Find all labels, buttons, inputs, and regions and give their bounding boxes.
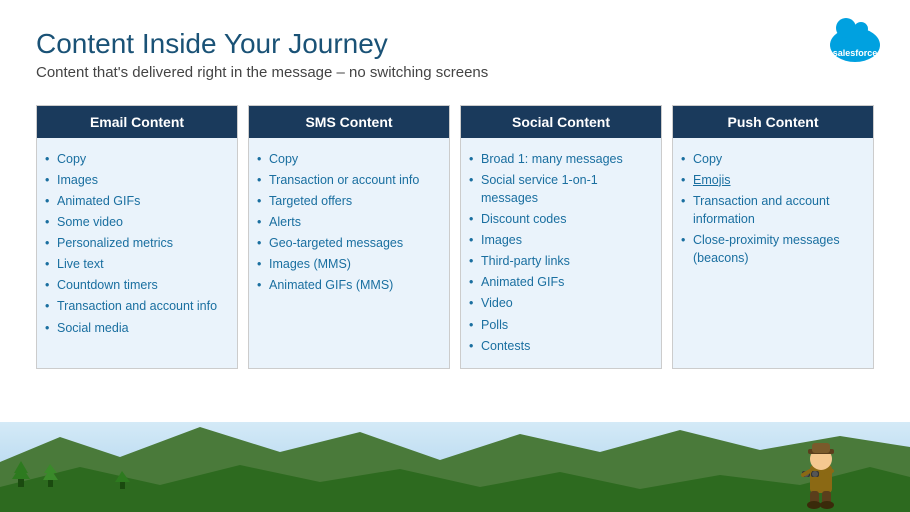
salesforce-logo: salesforce — [830, 20, 880, 70]
sf-logo-text: salesforce — [833, 48, 878, 58]
list-item: Emojis — [677, 169, 865, 190]
list-item: Animated GIFs (MMS) — [253, 275, 441, 296]
mountains-front — [0, 457, 910, 512]
content-columns: Email ContentCopyImagesAnimated GIFsSome… — [0, 105, 910, 369]
sf-cloud-shape: salesforce — [830, 28, 880, 62]
list-item: Countdown timers — [41, 275, 229, 296]
column-social: Social ContentBroad 1: many messagesSoci… — [460, 105, 662, 369]
list-item: Geo-targeted messages — [253, 233, 441, 254]
list-item: Animated GIFs — [465, 272, 653, 293]
list-item: Contests — [465, 335, 653, 356]
list-item: Transaction and account info — [41, 296, 229, 317]
list-item: Animated GIFs — [41, 190, 229, 211]
list-item: Alerts — [253, 211, 441, 232]
list-item: Images (MMS) — [253, 254, 441, 275]
list-item: Personalized metrics — [41, 233, 229, 254]
list-item: Images — [41, 169, 229, 190]
list-item: Broad 1: many messages — [465, 148, 653, 169]
list-item: Polls — [465, 314, 653, 335]
list-item: Targeted offers — [253, 190, 441, 211]
list-item: Transaction or account info — [253, 169, 441, 190]
header-section: Content Inside Your Journey Content that… — [0, 0, 910, 105]
list-item: Third-party links — [465, 251, 653, 272]
column-sms: SMS ContentCopyTransaction or account in… — [248, 105, 450, 369]
list-item: Social media — [41, 317, 229, 338]
list-item: Video — [465, 293, 653, 314]
column-header-push: Push Content — [673, 106, 873, 138]
column-header-sms: SMS Content — [249, 106, 449, 138]
list-item: Copy — [41, 148, 229, 169]
list-item: Copy — [253, 148, 441, 169]
column-push: Push ContentCopyEmojisTransaction and ac… — [672, 105, 874, 369]
page-title: Content Inside Your Journey — [36, 28, 874, 60]
scenery-background — [0, 422, 910, 512]
column-header-email: Email Content — [37, 106, 237, 138]
list-item: Transaction and account information — [677, 190, 865, 229]
column-body-email: CopyImagesAnimated GIFsSome videoPersona… — [37, 138, 237, 368]
list-item: Close-proximity messages (beacons) — [677, 230, 865, 269]
column-body-push: CopyEmojisTransaction and account inform… — [673, 138, 873, 368]
page-subtitle: Content that's delivered right in the me… — [36, 64, 874, 81]
list-item: Copy — [677, 148, 865, 169]
character — [790, 435, 850, 510]
column-header-social: Social Content — [461, 106, 661, 138]
column-email: Email ContentCopyImagesAnimated GIFsSome… — [36, 105, 238, 369]
list-item: Live text — [41, 254, 229, 275]
list-item: Some video — [41, 211, 229, 232]
column-body-social: Broad 1: many messagesSocial service 1-o… — [461, 138, 661, 368]
list-item: Images — [465, 230, 653, 251]
column-body-sms: CopyTransaction or account infoTargeted … — [249, 138, 449, 368]
list-item: Discount codes — [465, 208, 653, 229]
list-item: Social service 1-on-1 messages — [465, 169, 653, 208]
